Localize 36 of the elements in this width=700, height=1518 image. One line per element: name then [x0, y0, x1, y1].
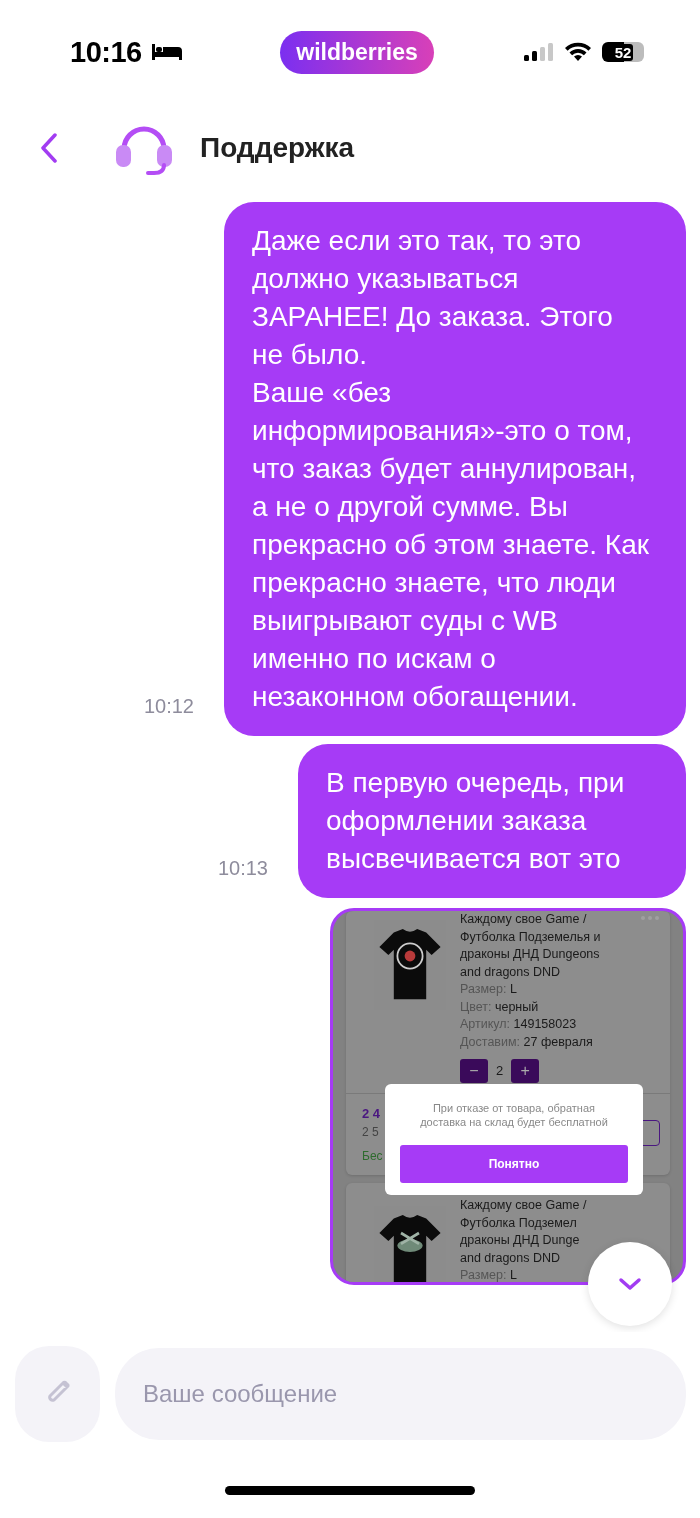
- product-detail: Размер: L: [460, 981, 518, 998]
- product-detail: Цвет: черный: [460, 998, 540, 1016]
- signal-icon: [524, 42, 554, 62]
- product-title-line: Футболка Подземел: [460, 1214, 578, 1232]
- product-title-line: and dragons DND: [460, 963, 562, 981]
- increase-button[interactable]: +: [511, 1059, 540, 1083]
- delivery-note: Бес: [362, 1149, 383, 1163]
- product-price: 2 4: [362, 1106, 382, 1121]
- product-title-line: драконы ДНД Dungeons: [460, 946, 601, 963]
- product-title-line: and dragons DND: [460, 1249, 562, 1267]
- quantity-value: 2: [496, 1062, 504, 1080]
- product-detail: Артикул: 149158023: [460, 1016, 578, 1033]
- screenshot-attachment[interactable]: [330, 908, 686, 1285]
- product-title-line: Футболка Подземелья и: [460, 928, 601, 946]
- bed-icon: [149, 42, 184, 62]
- message-bubble: В первую очередь, при оформлении заказа высвечивается вот это: [298, 744, 686, 898]
- message-input[interactable]: Ваше сообщение: [115, 1348, 686, 1440]
- chevron-down-icon: [618, 1277, 642, 1291]
- chevron-left-icon: [40, 133, 58, 163]
- product-detail: Доставим: 27 февраля: [460, 1033, 594, 1051]
- wifi-icon: [564, 42, 592, 62]
- message-bubble: Даже если это так, то это должно указываться ЗАРАНЕЕ! До заказа. Этого не было. Ваше «без информирования»-это о том, что заказ будет аннулирован, а не о другой сумме. Вы прекрасно об этом знаете. Как прекрасно знаете, что люди выигрывают суды с WB именно по искам о незаконном обогащении.: [224, 202, 686, 736]
- dialog-message: При отказе от товара, обратная доставка на склад будет бесплатной: [419, 1102, 609, 1129]
- decrease-button[interactable]: −: [460, 1059, 488, 1083]
- chat-title: Поддержка: [200, 132, 355, 164]
- product-title-line: Каждому свое Game /: [460, 911, 588, 928]
- ok-button[interactable]: Понятно: [400, 1145, 628, 1183]
- message-time: 10:12: [143, 695, 194, 718]
- product-detail: Размер: L: [460, 1267, 518, 1282]
- product-title-line: драконы ДНД Dunge: [460, 1232, 581, 1249]
- status-time: 10:16: [70, 35, 142, 69]
- brand-logo: wildberries: [280, 30, 434, 74]
- old-price: 2 5: [362, 1125, 380, 1139]
- product-title-line: Каждому свое Game /: [460, 1197, 587, 1214]
- message-time: 10:13: [217, 857, 268, 880]
- battery-icon: 52: [602, 42, 644, 62]
